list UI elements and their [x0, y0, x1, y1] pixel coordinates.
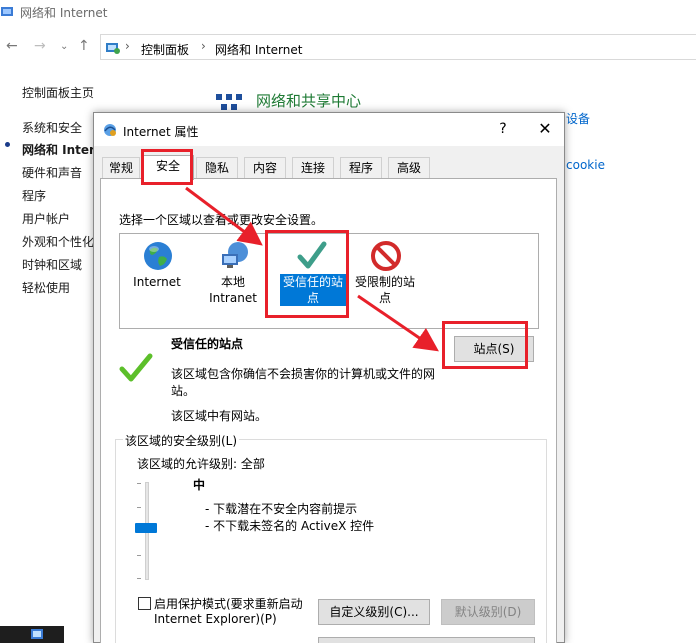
reset-all-zones-button[interactable] — [318, 637, 535, 643]
partial-link-cookie[interactable]: cookie — [566, 158, 605, 172]
tab-advanced[interactable]: 高级 — [388, 157, 430, 179]
sidebar-item-programs[interactable]: 程序 — [22, 187, 46, 204]
sidebar-item-appearance[interactable]: 外观和个性化 — [22, 233, 94, 250]
active-bullet — [5, 142, 10, 147]
security-level-name: 中 — [193, 478, 206, 492]
network-folder-icon — [1, 7, 13, 16]
security-level-label: 该区域的安全级别(L) — [123, 432, 240, 449]
sidebar-item-clock-region[interactable]: 时钟和区域 — [22, 256, 82, 273]
breadcrumb-separator: › — [201, 39, 206, 53]
breadcrumb-network[interactable]: 网络和 Internet — [215, 41, 302, 58]
default-level-button[interactable]: 默认级别(D) — [441, 599, 535, 625]
security-slider-thumb[interactable] — [135, 523, 157, 533]
slider-tick — [137, 555, 141, 556]
network-sharing-icon — [216, 94, 242, 110]
restricted-icon — [371, 241, 401, 271]
sidebar-item-ease-of-access[interactable]: 轻松使用 — [22, 279, 70, 296]
globe-icon — [144, 242, 172, 270]
breadcrumb-control-panel[interactable]: 控制面板 — [141, 41, 189, 58]
slider-tick — [137, 578, 141, 579]
tab-content[interactable]: 内容 — [244, 157, 286, 179]
slider-tick — [137, 483, 141, 484]
security-level-bullet2: - 不下载未签名的 ActiveX 控件 — [205, 519, 375, 533]
sidebar-item-home[interactable]: 控制面板主页 — [22, 84, 94, 101]
zone-title: 受信任的站点 — [171, 337, 244, 351]
zone-label-trusted: 受信任的站点 — [280, 274, 346, 306]
tab-connections[interactable]: 连接 — [292, 157, 334, 179]
taskbar-app-icon[interactable] — [30, 627, 44, 641]
taskbar — [0, 626, 64, 643]
help-button[interactable]: ? — [490, 117, 516, 141]
large-check-icon — [119, 353, 153, 382]
zone-label-intranet: 本地 Intranet — [209, 275, 257, 305]
security-tab-panel: 选择一个区域以查看或更改安全设置。 Internet 本地 Intranet 受… — [100, 178, 557, 643]
back-arrow-icon[interactable]: ← — [6, 38, 18, 54]
zone-instruction: 选择一个区域以查看或更改安全设置。 — [119, 213, 324, 227]
dialog-title: Internet 属性 — [123, 125, 199, 139]
control-panel-icon — [106, 43, 120, 54]
breadcrumb-separator: › — [125, 39, 130, 53]
window-title: 网络和 Internet — [20, 6, 108, 20]
tab-general[interactable]: 常规 — [102, 157, 140, 179]
slider-tick — [137, 507, 141, 508]
sites-button[interactable]: 站点(S) — [454, 336, 534, 362]
network-sharing-center-link[interactable]: 网络和共享中心 — [256, 90, 361, 111]
tab-privacy[interactable]: 隐私 — [196, 157, 238, 179]
zone-sites-note: 该区域中有网站。 — [171, 409, 268, 423]
up-arrow-icon[interactable]: ↑ — [78, 38, 90, 54]
protected-mode-checkbox[interactable] — [138, 597, 151, 610]
recent-dropdown-icon[interactable]: ⌄ — [60, 41, 68, 52]
sidebar-item-user-accounts[interactable]: 用户帐户 — [22, 210, 70, 227]
sidebar-item-hardware[interactable]: 硬件和声音 — [22, 164, 82, 181]
close-button[interactable]: ✕ — [530, 117, 560, 141]
zone-list: Internet 本地 Intranet 受信任的站点 受限制的站点 — [119, 233, 539, 329]
intranet-icon — [222, 242, 248, 268]
partial-link-devices[interactable]: 设备 — [566, 110, 590, 127]
zone-description-line2: 站。 — [171, 384, 196, 398]
internet-options-icon — [104, 124, 116, 136]
allowed-levels-text: 该区域的允许级别: 全部 — [137, 457, 265, 471]
forward-arrow-icon[interactable]: → — [34, 38, 46, 54]
custom-level-button[interactable]: 自定义级别(C)... — [318, 599, 430, 625]
internet-properties-dialog: Internet 属性 ? ✕ 常规 安全 隐私 内容 连接 程序 高级 选择一… — [93, 112, 565, 643]
check-icon — [297, 241, 327, 269]
protected-mode-label-line2[interactable]: Internet Explorer)(P) — [154, 612, 277, 626]
tab-programs[interactable]: 程序 — [340, 157, 382, 179]
zone-description-line1: 该区域包含你确信不会损害你的计算机或文件的网 — [171, 367, 436, 381]
dialog-titlebar[interactable]: Internet 属性 ? ✕ — [94, 113, 564, 146]
zone-label-restricted: 受限制的站点 — [354, 275, 415, 305]
window-titlebar: 网络和 Internet — [0, 0, 696, 28]
tab-security[interactable]: 安全 — [142, 155, 194, 180]
security-level-bullet1: - 下载潜在不安全内容前提示 — [205, 502, 358, 516]
protected-mode-label-line1[interactable]: 启用保护模式(要求重新启动 — [154, 595, 303, 612]
sidebar-item-system-security[interactable]: 系统和安全 — [22, 119, 82, 136]
address-bar[interactable]: › 控制面板 › 网络和 Internet — [100, 34, 696, 60]
zone-label-internet: Internet — [133, 275, 181, 289]
navigation-bar: ← → ⌄ ↑ › 控制面板 › 网络和 Internet — [0, 32, 696, 62]
